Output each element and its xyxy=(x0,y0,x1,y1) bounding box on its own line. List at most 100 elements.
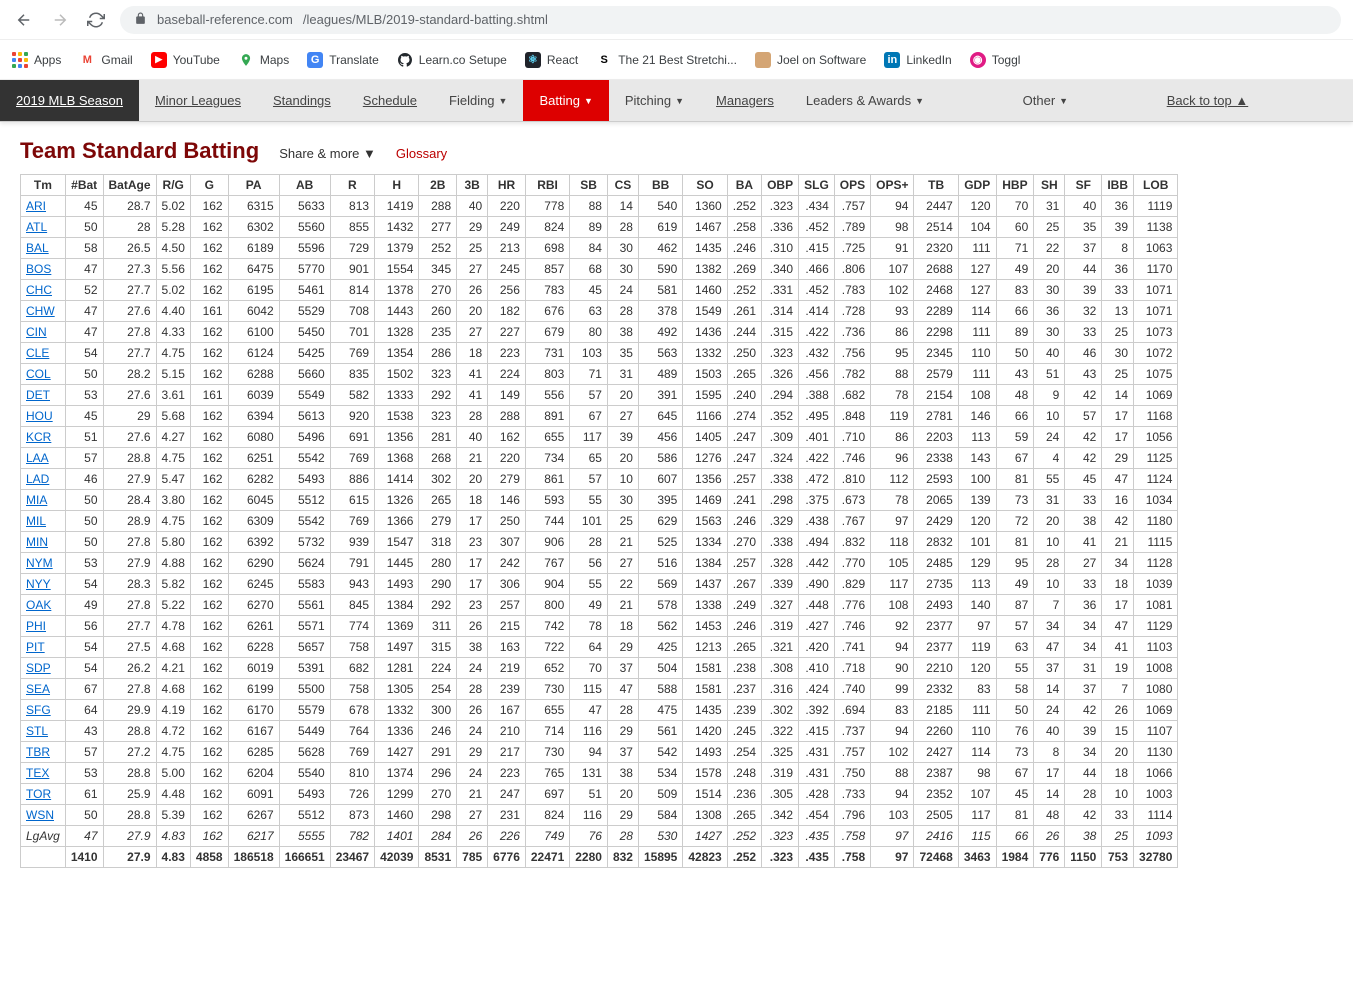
col-header[interactable]: 3B xyxy=(457,175,488,196)
col-header[interactable]: RBI xyxy=(525,175,569,196)
col-header[interactable]: 2B xyxy=(419,175,457,196)
team-link[interactable]: BAL xyxy=(26,241,49,255)
table-cell: 149 xyxy=(488,385,526,406)
team-link[interactable]: CHC xyxy=(26,283,52,297)
col-header[interactable]: HBP xyxy=(996,175,1034,196)
team-link[interactable]: PIT xyxy=(26,640,45,654)
nav-schedule[interactable]: Schedule xyxy=(347,80,433,121)
nav-pitching[interactable]: Pitching▼ xyxy=(609,80,700,121)
team-link[interactable]: KCR xyxy=(26,430,51,444)
col-header[interactable]: R xyxy=(330,175,374,196)
bookmark-gmail[interactable]: MGmail xyxy=(79,52,132,68)
col-header[interactable]: SB xyxy=(570,175,608,196)
nav-leaders[interactable]: Leaders & Awards▼ xyxy=(790,80,940,121)
team-link[interactable]: OAK xyxy=(26,598,51,612)
table-cell: 101 xyxy=(570,511,608,532)
col-header[interactable]: H xyxy=(375,175,419,196)
bookmark-maps[interactable]: Maps xyxy=(238,52,289,68)
col-header[interactable]: SF xyxy=(1065,175,1102,196)
team-link[interactable]: DET xyxy=(26,388,50,402)
forward-button[interactable] xyxy=(48,8,72,32)
nav-batting[interactable]: Batting▼ xyxy=(523,80,608,121)
col-header[interactable]: BatAge xyxy=(103,175,156,196)
col-header[interactable]: R/G xyxy=(156,175,190,196)
team-link[interactable]: WSN xyxy=(26,808,54,822)
table-cell: 540 xyxy=(638,196,682,217)
nav-managers[interactable]: Managers xyxy=(700,80,790,121)
table-cell: 2593 xyxy=(914,469,958,490)
col-header[interactable]: PA xyxy=(228,175,279,196)
nav-fielding[interactable]: Fielding▼ xyxy=(433,80,523,121)
team-link[interactable]: MIN xyxy=(26,535,48,549)
col-header[interactable]: GDP xyxy=(958,175,996,196)
col-header[interactable]: SH xyxy=(1034,175,1065,196)
team-link[interactable]: ARI xyxy=(26,199,46,213)
col-header[interactable]: BA xyxy=(727,175,761,196)
col-header[interactable]: SLG xyxy=(799,175,835,196)
nav-standings[interactable]: Standings xyxy=(257,80,347,121)
col-header[interactable]: IBB xyxy=(1102,175,1134,196)
col-header[interactable]: CS xyxy=(607,175,638,196)
table-cell: 31 xyxy=(1065,658,1102,679)
team-link[interactable]: MIL xyxy=(26,514,46,528)
glossary-link[interactable]: Glossary xyxy=(396,146,447,161)
apps-button[interactable]: Apps xyxy=(12,52,61,68)
team-link[interactable]: TEX xyxy=(26,766,49,780)
bookmark-toggl[interactable]: ◉Toggl xyxy=(970,52,1021,68)
team-link[interactable]: PHI xyxy=(26,619,46,633)
col-header[interactable]: SO xyxy=(683,175,727,196)
team-link[interactable]: LAD xyxy=(26,472,49,486)
col-header[interactable]: #Bat xyxy=(65,175,103,196)
team-link[interactable]: HOU xyxy=(26,409,53,423)
bookmark-react[interactable]: ⚛React xyxy=(525,52,578,68)
table-cell: 1130 xyxy=(1134,742,1178,763)
col-header[interactable]: AB xyxy=(279,175,330,196)
nav-minor-leagues[interactable]: Minor Leagues xyxy=(139,80,257,121)
table-cell: 27.9 xyxy=(103,826,156,847)
bookmark-learn[interactable]: Learn.co Setupe xyxy=(397,52,507,68)
col-header[interactable]: BB xyxy=(638,175,682,196)
team-link[interactable]: COL xyxy=(26,367,51,381)
team-link[interactable]: LAA xyxy=(26,451,49,465)
team-link[interactable]: TOR xyxy=(26,787,51,801)
col-header[interactable]: OPS xyxy=(834,175,870,196)
table-cell: 1549 xyxy=(683,301,727,322)
table-cell: 91 xyxy=(871,238,914,259)
table-cell: .244 xyxy=(727,322,761,343)
reload-button[interactable] xyxy=(84,8,108,32)
share-more-button[interactable]: Share & more ▼ xyxy=(279,146,376,161)
back-button[interactable] xyxy=(12,8,36,32)
nav-season[interactable]: 2019 MLB Season xyxy=(0,80,139,121)
team-link[interactable]: CHW xyxy=(26,304,55,318)
team-link[interactable]: SDP xyxy=(26,661,51,675)
bookmark-translate[interactable]: GTranslate xyxy=(307,52,379,68)
team-link[interactable]: MIA xyxy=(26,493,47,507)
col-header[interactable]: OBP xyxy=(762,175,799,196)
bookmark-youtube[interactable]: ▶YouTube xyxy=(151,52,220,68)
team-link[interactable]: TBR xyxy=(26,745,50,759)
table-cell: 88 xyxy=(570,196,608,217)
team-link[interactable]: SEA xyxy=(26,682,50,696)
team-link[interactable]: CLE xyxy=(26,346,49,360)
col-header[interactable]: TB xyxy=(914,175,958,196)
team-link[interactable]: SFG xyxy=(26,703,51,717)
team-link[interactable]: BOS xyxy=(26,262,51,276)
team-link[interactable]: NYM xyxy=(26,556,53,570)
col-header[interactable]: OPS+ xyxy=(871,175,914,196)
team-link[interactable]: NYY xyxy=(26,577,51,591)
bookmark-joel[interactable]: Joel on Software xyxy=(755,52,866,68)
col-header[interactable]: HR xyxy=(488,175,526,196)
team-link[interactable]: ATL xyxy=(26,220,47,234)
table-cell: 25 xyxy=(1034,217,1065,238)
col-header[interactable]: Tm xyxy=(21,175,66,196)
nav-back-to-top[interactable]: Back to top ▲ xyxy=(1151,80,1265,121)
bookmark-stretch[interactable]: SThe 21 Best Stretchi... xyxy=(596,52,737,68)
url-bar[interactable]: baseball-reference.com/leagues/MLB/2019-… xyxy=(120,6,1341,34)
col-header[interactable]: LOB xyxy=(1134,175,1178,196)
table-cell: 2579 xyxy=(914,364,958,385)
team-link[interactable]: CIN xyxy=(26,325,47,339)
bookmark-linkedin[interactable]: inLinkedIn xyxy=(884,52,951,68)
team-link[interactable]: STL xyxy=(26,724,48,738)
col-header[interactable]: G xyxy=(190,175,228,196)
nav-other[interactable]: Other▼ xyxy=(1007,80,1084,121)
